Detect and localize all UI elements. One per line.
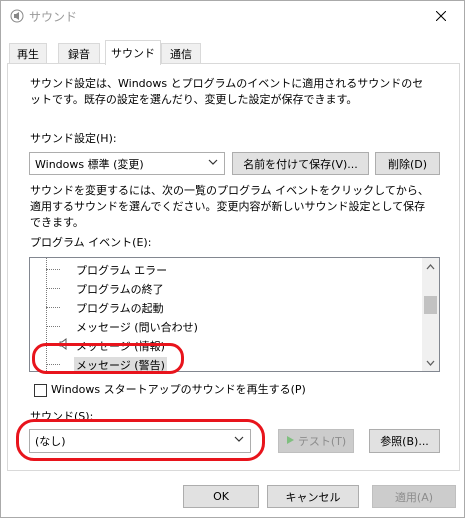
sound-dialog: サウンド 再生 録音 サウンド 通信 サウンド設定は、Windows とプログラ…: [0, 0, 465, 518]
sound-dropdown[interactable]: (なし): [29, 429, 251, 453]
tab-recording[interactable]: 録音: [58, 43, 100, 64]
program-events-label: プログラム イベント(E):: [30, 236, 152, 249]
close-button[interactable]: [418, 1, 464, 31]
delete-button[interactable]: 削除(D): [375, 152, 440, 175]
list-item[interactable]: プログラムの終了: [30, 279, 420, 298]
scroll-down-arrow[interactable]: [422, 354, 439, 371]
test-button-label: テスト(T): [297, 435, 347, 448]
speaker-app-icon: [10, 9, 24, 23]
scheme-value: Windows 標準 (変更): [35, 158, 144, 171]
window-title: サウンド: [29, 10, 78, 24]
tab-playback[interactable]: 再生: [9, 43, 47, 64]
test-button[interactable]: テスト(T): [278, 429, 354, 453]
play-icon: [286, 435, 295, 448]
scheme-dropdown[interactable]: Windows 標準 (変更): [29, 152, 225, 175]
list-item[interactable]: プログラム エラー: [30, 260, 420, 279]
chevron-up-icon: [426, 263, 435, 269]
startup-sound-label: Windows スタートアップのサウンドを再生する(P): [51, 383, 306, 396]
sound-value: (なし): [35, 435, 66, 448]
tab-strip: 再生 録音 サウンド 通信: [7, 40, 459, 65]
events-scrollbar[interactable]: [422, 258, 439, 371]
list-item[interactable]: プログラムの起動: [30, 298, 420, 317]
list-item[interactable]: メッセージ (問い合わせ): [30, 317, 420, 336]
speaker-icon: [58, 338, 70, 353]
ok-button[interactable]: OK: [183, 485, 259, 508]
sounds-tab-panel: サウンド設定は、Windows とプログラムのイベントに適用されるサウンドのセッ…: [7, 63, 460, 471]
instructions-text: サウンドを変更するには、次の一覧のプログラム イベントをクリックしてから、適用す…: [30, 184, 429, 229]
tab-sounds[interactable]: サウンド: [105, 40, 161, 65]
browse-button[interactable]: 参照(B)...: [369, 429, 440, 453]
title-bar: サウンド: [1, 1, 464, 31]
close-icon: [436, 11, 446, 21]
scroll-up-arrow[interactable]: [422, 258, 439, 275]
list-item[interactable]: メッセージ (情報): [30, 336, 420, 355]
chevron-down-icon: [426, 360, 435, 366]
sounds-label: サウンド(S):: [30, 410, 94, 423]
list-item-selected[interactable]: メッセージ (警告): [30, 355, 420, 371]
startup-sound-checkbox[interactable]: [34, 384, 47, 397]
description-text: サウンド設定は、Windows とプログラムのイベントに適用されるサウンドのセッ…: [30, 77, 424, 106]
chevron-down-icon: [208, 157, 218, 170]
tab-communications[interactable]: 通信: [161, 43, 201, 64]
apply-button[interactable]: 適用(A): [372, 485, 456, 508]
program-events-list[interactable]: プログラム エラー プログラムの終了 プログラムの起動 メッセージ (問い合わせ…: [29, 257, 440, 372]
cancel-button[interactable]: キャンセル: [267, 485, 359, 508]
chevron-down-icon: [234, 434, 244, 447]
save-as-button[interactable]: 名前を付けて保存(V)...: [232, 152, 369, 175]
scroll-thumb[interactable]: [424, 296, 437, 314]
scheme-label: サウンド設定(H):: [30, 132, 117, 145]
